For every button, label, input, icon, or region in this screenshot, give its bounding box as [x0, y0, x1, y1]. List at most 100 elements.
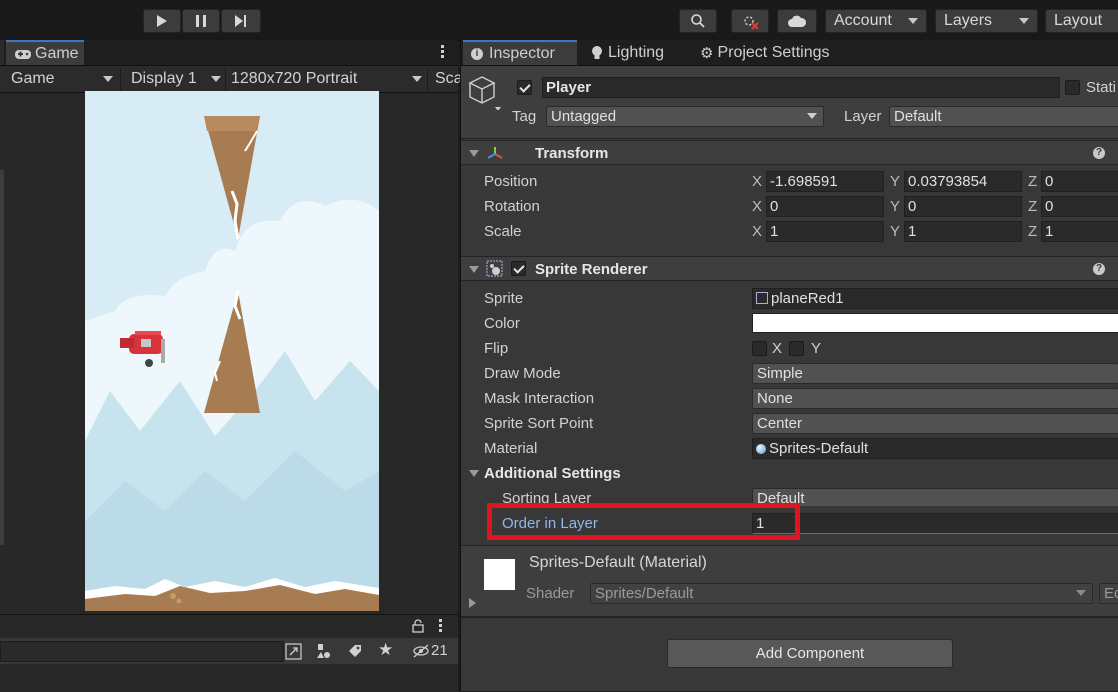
- active-checkbox[interactable]: [517, 80, 532, 95]
- add-component-button[interactable]: Add Component: [667, 639, 953, 668]
- static-checkbox[interactable]: [1065, 80, 1080, 95]
- layout-dropdown[interactable]: Layout: [1045, 9, 1118, 33]
- draw-mode-dropdown[interactable]: Simple: [752, 363, 1118, 384]
- fold-arrow-icon[interactable]: [469, 150, 479, 157]
- hidden-packages-icon[interactable]: [412, 643, 430, 659]
- game-tab-bar: Game: [0, 40, 458, 66]
- rotation-x-input[interactable]: 0: [766, 196, 884, 217]
- material-sphere-icon: [756, 444, 766, 454]
- rotation-y-input[interactable]: 0: [904, 196, 1022, 217]
- edit-label: Ec: [1104, 585, 1118, 602]
- position-z-value: 0: [1045, 173, 1054, 190]
- tab-project-settings[interactable]: ⚙ Project Settings: [700, 40, 830, 65]
- chevron-down-icon: [412, 76, 422, 82]
- sprite-renderer-icon: [486, 260, 503, 277]
- resolution-dropdown[interactable]: 1280x720 Portrait: [231, 70, 357, 88]
- tab-game[interactable]: Game: [6, 40, 84, 65]
- mask-interaction-dropdown[interactable]: None: [752, 388, 1118, 409]
- fold-arrow-icon[interactable]: [469, 266, 479, 273]
- order-in-layer-input[interactable]: 1: [752, 513, 1118, 534]
- axis-z-label: Z: [1028, 198, 1038, 215]
- sorting-layer-dropdown[interactable]: Default: [752, 488, 1118, 506]
- panel-edge: [0, 40, 4, 65]
- help-icon[interactable]: ?: [1093, 147, 1105, 159]
- tag-dropdown[interactable]: Untagged: [546, 106, 824, 127]
- highlight-box: [487, 503, 800, 540]
- scale-x-value: 1: [770, 223, 779, 240]
- tag-label: Tag: [512, 108, 537, 125]
- chevron-down-icon: [807, 113, 817, 119]
- axis-x-label: X: [752, 198, 763, 215]
- position-x-value: -1.698591: [770, 173, 838, 190]
- fold-arrow-icon[interactable]: [469, 470, 479, 477]
- sprite-sort-point-dropdown[interactable]: Center: [752, 413, 1118, 434]
- position-x-input[interactable]: -1.698591: [766, 171, 884, 192]
- sprite-renderer-header[interactable]: Sprite Renderer ?: [461, 256, 1118, 281]
- collab-button[interactable]: [731, 9, 769, 33]
- color-label: Color: [484, 315, 520, 332]
- sprite-sort-point-value: Center: [757, 415, 803, 432]
- shader-dropdown[interactable]: Sprites/Default: [590, 583, 1093, 604]
- object-name: Player: [546, 79, 592, 96]
- shader-edit-button[interactable]: Ec: [1099, 583, 1118, 604]
- flip-y-checkbox[interactable]: [789, 341, 804, 356]
- game-viewport[interactable]: [85, 91, 379, 611]
- favorite-star-icon[interactable]: ★: [378, 640, 393, 660]
- axis-y-label: Y: [890, 198, 901, 215]
- tab-lighting[interactable]: Lighting: [591, 40, 664, 65]
- layer-label: Layer: [844, 108, 882, 125]
- material-object-field[interactable]: Sprites-Default: [752, 438, 1118, 459]
- shader-label: Shader: [526, 585, 575, 602]
- position-z-input[interactable]: 0: [1041, 171, 1118, 192]
- asset-type-icon[interactable]: [315, 643, 331, 659]
- position-y-input[interactable]: 0.03793854: [904, 171, 1022, 192]
- flip-x-checkbox[interactable]: [752, 341, 767, 356]
- search-by-type-icon[interactable]: [285, 643, 303, 661]
- lightbulb-icon: [592, 45, 602, 59]
- pause-button[interactable]: [182, 9, 220, 33]
- kebab-menu-icon[interactable]: [441, 45, 444, 60]
- object-name-input[interactable]: Player: [542, 77, 1060, 98]
- kebab-menu-icon[interactable]: [439, 619, 442, 632]
- rotation-x-value: 0: [770, 198, 779, 215]
- left-edge-strip: [0, 170, 4, 545]
- chevron-down-icon: [908, 18, 918, 24]
- lock-icon[interactable]: [412, 619, 424, 633]
- inspector-tab-bar: i Inspector Lighting ⚙ Project Settings: [461, 40, 1118, 66]
- search-button[interactable]: [679, 9, 717, 33]
- scale-z-value: 1: [1045, 223, 1054, 240]
- help-icon[interactable]: ?: [1093, 263, 1105, 275]
- material-title: Sprites-Default (Material): [529, 554, 707, 571]
- account-dropdown[interactable]: Account: [825, 9, 927, 33]
- rotation-z-value: 0: [1045, 198, 1054, 215]
- layout-label: Layout: [1054, 12, 1103, 29]
- fold-arrow-icon[interactable]: [469, 598, 476, 608]
- transform-header[interactable]: Transform ?: [461, 140, 1118, 165]
- axis-x-label: X: [752, 173, 763, 190]
- scale-x-input[interactable]: 1: [766, 221, 884, 242]
- sprite-object-field[interactable]: planeRed1: [752, 288, 1118, 309]
- additional-settings-label[interactable]: Additional Settings: [484, 465, 621, 482]
- tab-inspector-label: Inspector: [489, 44, 555, 62]
- scale-y-input[interactable]: 1: [904, 221, 1022, 242]
- cloud-button[interactable]: [777, 9, 817, 33]
- sprite-renderer-enabled-checkbox[interactable]: [511, 261, 526, 276]
- label-tag-icon[interactable]: [347, 643, 363, 659]
- layers-dropdown[interactable]: Layers: [935, 9, 1038, 33]
- scale-slider-label[interactable]: Sca: [435, 70, 463, 88]
- axis-y-label: Y: [890, 173, 901, 190]
- color-swatch[interactable]: [752, 313, 1118, 333]
- tab-inspector[interactable]: i Inspector: [463, 40, 577, 65]
- step-button[interactable]: [221, 9, 261, 33]
- play-button[interactable]: [143, 9, 181, 33]
- search-icon: [691, 14, 705, 28]
- hidden-count: 21: [431, 642, 448, 659]
- game-mode-dropdown[interactable]: Game: [11, 70, 55, 88]
- transform-axes-icon: [487, 147, 503, 159]
- scale-z-input[interactable]: 1: [1041, 221, 1118, 242]
- project-search-input[interactable]: [0, 641, 284, 662]
- display-dropdown[interactable]: Display 1: [131, 70, 197, 88]
- rotation-z-input[interactable]: 0: [1041, 196, 1118, 217]
- cloud-icon: [788, 15, 807, 27]
- layer-dropdown[interactable]: Default: [889, 106, 1118, 127]
